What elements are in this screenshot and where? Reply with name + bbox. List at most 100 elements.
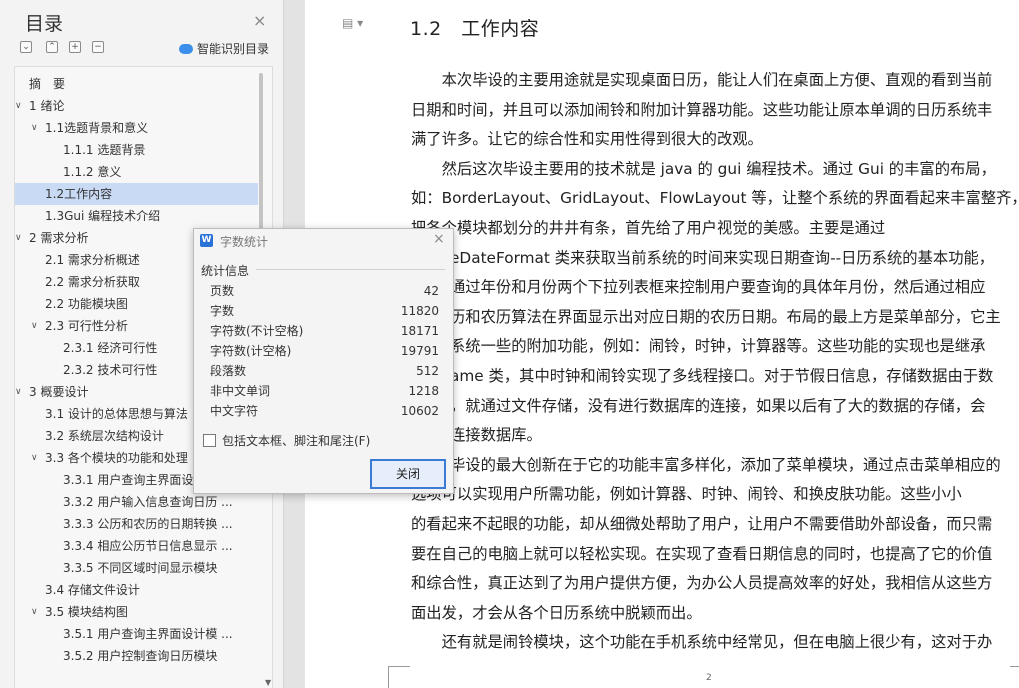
toc-item[interactable]: 3.5.2 用户控制查询日历模块 xyxy=(15,645,258,667)
scroll-down-icon[interactable]: ▼ xyxy=(265,678,271,687)
toc-item[interactable]: 1.2工作内容 xyxy=(15,183,258,205)
document-line[interactable]: 连接数据库。 xyxy=(450,423,542,447)
document-line[interactable]: 通过年份和月份两个下拉列表框来控制用户要查询的具体年月份，然后通过相应 xyxy=(450,275,985,299)
expand-all-icon[interactable]: ⌃ xyxy=(46,41,58,53)
dialog-close-icon[interactable]: × xyxy=(433,231,445,247)
chevron-down-icon[interactable]: ∨ xyxy=(31,447,38,469)
page-number: 2 xyxy=(706,673,712,683)
smart-toc-button[interactable]: 智能识别目录 xyxy=(179,40,269,57)
stat-value: 18171 xyxy=(400,324,439,338)
stat-label: 字数 xyxy=(210,304,235,318)
document-line[interactable]: 选项可以实现用户所需功能，例如计算器、时钟、闹铃、和换皮肤功能。这些小小 xyxy=(411,482,962,506)
stat-row: 非中文单词 1218 xyxy=(210,381,439,401)
toc-item[interactable]: ∨ 3.5 模块结构图 xyxy=(15,601,258,623)
toc-item-label: 2 需求分析 xyxy=(29,231,89,245)
chevron-down-icon[interactable]: ∨ xyxy=(31,601,38,623)
toc-item-label: 1.3Gui 编程技术介绍 xyxy=(45,209,161,223)
stat-row: 字符数(计空格) 19791 xyxy=(210,341,439,361)
stat-label: 字符数(计空格) xyxy=(210,344,292,358)
chevron-down-icon[interactable]: ∨ xyxy=(31,117,38,139)
stat-value: 512 xyxy=(416,364,439,378)
toc-item-label: 2.1 需求分析概述 xyxy=(45,253,140,267)
toc-item-label: 1.1选题背景和意义 xyxy=(45,121,149,135)
collapse-all-icon[interactable]: ⌄ xyxy=(20,41,32,53)
toc-item-label: 3.5.1 用户查询主界面设计模 ... xyxy=(63,627,233,641)
toc-item[interactable]: ∨ 1.1选题背景和意义 xyxy=(15,117,258,139)
toc-item[interactable]: 3.3.4 相应公历节日信息显示 ... xyxy=(15,535,258,557)
document-line[interactable]: 的看起来不起眼的功能，却从细微处帮助了用户，让用户不需要借助外部设备，而只需 xyxy=(411,512,992,536)
chevron-down-icon[interactable]: ∨ xyxy=(31,315,38,337)
add-heading-icon[interactable]: + xyxy=(69,41,81,53)
toc-item-label: 3.4 存储文件设计 xyxy=(45,583,140,597)
toc-item-label: 3.3.5 不同区域时间显示模块 xyxy=(63,561,218,575)
word-count-dialog: W 字数统计 × 统计信息 页数 42 字数 11820 字符数(不计空格) 18171 字… xyxy=(193,228,454,494)
page-corner-mark xyxy=(388,666,410,688)
toc-item[interactable]: ∨ 1 绪论 xyxy=(15,95,258,117)
remove-heading-icon[interactable]: − xyxy=(92,41,104,53)
toc-item[interactable]: 3.3.5 不同区域时间显示模块 xyxy=(15,557,258,579)
stat-row: 页数 42 xyxy=(210,281,439,301)
document-line[interactable]: 要在自己的电脑上就可以轻松实现。在实现了查看日期信息的同时，也提高了它的价值 xyxy=(411,542,992,566)
toc-item-label: 3.3.1 用户查询主界面设 xyxy=(63,473,194,487)
wps-writer-icon: W xyxy=(200,234,213,247)
document-line[interactable]: 满了许多。让它的综合性和实用性得到很大的改观。 xyxy=(411,127,763,151)
toc-item[interactable]: 1.1.1 选题背景 xyxy=(15,139,258,161)
stat-value: 1218 xyxy=(408,384,439,398)
toc-item-label: 摘 要 xyxy=(29,77,66,91)
toc-item-label: 2.3.1 经济可行性 xyxy=(63,341,158,355)
include-textbox-label[interactable]: 包括文本框、脚注和尾注(F) xyxy=(222,432,370,449)
document-line[interactable]: 系统一些的附加功能，例如：闹铃，时钟，计算器等。这些功能的实现也是继承 xyxy=(450,334,985,358)
document-line[interactable]: ，就通过文件存储，没有进行数据库的连接，如果以后有了大的数据的存储，会 xyxy=(450,394,985,418)
document-line[interactable]: 面出发，才会从各个日历系统中脱颖而出。 xyxy=(411,601,702,625)
document-line[interactable]: 和综合性，真正达到了为用户提供方便，为办公人员提高效率的好处，我相信从这些方 xyxy=(411,571,992,595)
stat-label: 字符数(不计空格) xyxy=(210,324,304,338)
toc-item[interactable]: 摘 要 xyxy=(15,73,258,95)
chevron-down-icon[interactable]: ∨ xyxy=(15,381,22,403)
stat-label: 非中文单词 xyxy=(210,384,271,398)
toc-item[interactable]: 1.1.2 意义 xyxy=(15,161,258,183)
include-textbox-checkbox[interactable] xyxy=(203,434,216,447)
stats-group-label: 统计信息 xyxy=(201,264,250,278)
document-line[interactable]: 还有就是闹铃模块，这个功能在手机系统中经常见，但在电脑上很少有，这对于办 xyxy=(411,630,993,654)
toc-title: 目录 xyxy=(25,13,64,35)
dialog-title: 字数统计 xyxy=(220,235,269,249)
group-divider xyxy=(256,269,445,270)
document-line[interactable]: 日期和时间，并且可以添加闹铃和附加计算器功能。这些功能让原本单调的日历系统丰 xyxy=(411,98,992,122)
document-line[interactable]: 然后这次毕设主要用的技术就是 java 的 gui 编程技术。通过 Gui 的丰… xyxy=(411,157,996,181)
stat-label: 中文字符 xyxy=(210,404,259,418)
toc-item-label: 2.3 可行性分析 xyxy=(45,319,128,333)
toc-item-label: 1 绪论 xyxy=(29,99,65,113)
document-line[interactable]: 本次毕设的主要用途就是实现桌面日历，能让人们在桌面上方便、直观的看到当前 xyxy=(411,68,993,92)
document-line[interactable]: 把各个模块都划分的井井有条，首先给了用户视觉的美感。主要是通过 xyxy=(411,216,885,240)
document-line[interactable]: ame 类，其中时钟和闹铃实现了多线程接口。对于节假日信息，存储数据由于数 xyxy=(450,364,993,388)
toc-item-label: 3.5.2 用户控制查询日历模块 xyxy=(63,649,218,663)
toc-item-label: 3.3.3 公历和农历的日期转换 ... xyxy=(63,517,233,531)
stat-label: 段落数 xyxy=(210,364,247,378)
toc-item-label: 3.3.2 用户输入信息查询日历 ... xyxy=(63,495,233,509)
chevron-down-icon[interactable]: ∨ xyxy=(15,95,22,117)
toc-item-label: 3.2 系统层次结构设计 xyxy=(45,429,164,443)
toc-item[interactable]: 3.3.3 公历和农历的日期转换 ... xyxy=(15,513,258,535)
stat-value: 19791 xyxy=(400,344,439,358)
document-line[interactable]: 毕设的最大创新在于它的功能丰富多样化，添加了菜单模块，通过点击菜单相应的 xyxy=(450,453,1001,477)
close-button[interactable]: 关闭 xyxy=(370,459,446,489)
toc-item[interactable]: 3.4 存储文件设计 xyxy=(15,579,258,601)
toc-close-icon[interactable]: × xyxy=(253,11,266,30)
toc-item-label: 2.3.2 技术可行性 xyxy=(63,363,158,377)
toc-item[interactable]: 3.3.2 用户输入信息查询日历 ... xyxy=(15,491,258,513)
chevron-down-icon[interactable]: ∨ xyxy=(15,227,22,249)
document-line[interactable]: 历和农历算法在界面显示出对应日期的农历日期。布局的最上方是菜单部分，它主 xyxy=(450,305,1001,329)
document-line[interactable]: 如：BorderLayout、GridLayout、FlowLayout 等，让… xyxy=(411,186,1019,210)
toc-item-label: 1.1.1 选题背景 xyxy=(63,143,146,157)
toc-item[interactable]: 1.3Gui 编程技术介绍 xyxy=(15,205,258,227)
document-outline-icon[interactable]: ▤ ▾ xyxy=(342,16,363,30)
toc-item[interactable]: 3.5.1 用户查询主界面设计模 ... xyxy=(15,623,258,645)
stat-row: 中文字符 10602 xyxy=(210,401,439,421)
stat-row: 字数 11820 xyxy=(210,301,439,321)
toc-item-label: 3.5 模块结构图 xyxy=(45,605,128,619)
toc-item-label: 1.1.2 意义 xyxy=(63,165,122,179)
page-corner-mark xyxy=(1010,666,1019,688)
document-line[interactable]: eDateFormat 类来获取当前系统的时间来实现日期查询--日历系统的基本功… xyxy=(450,246,994,270)
stat-label: 页数 xyxy=(210,284,235,298)
toc-item-label: 1.2工作内容 xyxy=(45,187,113,201)
